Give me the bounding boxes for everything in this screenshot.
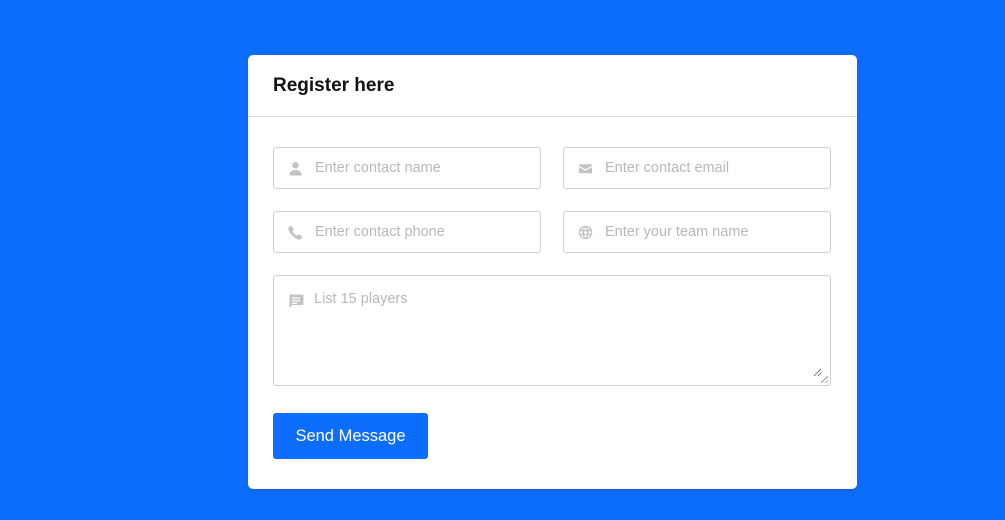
comment-icon <box>288 293 304 309</box>
phone-icon <box>287 224 303 240</box>
resize-handle[interactable] <box>821 376 828 383</box>
team-name-input[interactable] <box>605 224 825 240</box>
contact-email-field[interactable] <box>563 147 831 189</box>
players-textarea[interactable] <box>314 291 822 377</box>
team-name-field[interactable] <box>563 211 831 253</box>
globe-icon <box>577 224 593 240</box>
players-field[interactable] <box>273 275 831 386</box>
register-card: Register here Enter contact name Enter c… <box>248 55 857 489</box>
contact-name-field[interactable] <box>273 147 541 189</box>
user-icon <box>287 160 303 176</box>
envelope-icon <box>577 160 593 176</box>
contact-phone-field[interactable] <box>273 211 541 253</box>
send-message-button[interactable]: Send Message <box>273 413 428 459</box>
contact-phone-input[interactable] <box>315 224 535 240</box>
form-title: Register here <box>273 74 395 96</box>
card-header: Register here <box>248 55 857 117</box>
contact-name-input[interactable] <box>315 160 535 176</box>
contact-email-input[interactable] <box>605 160 825 176</box>
